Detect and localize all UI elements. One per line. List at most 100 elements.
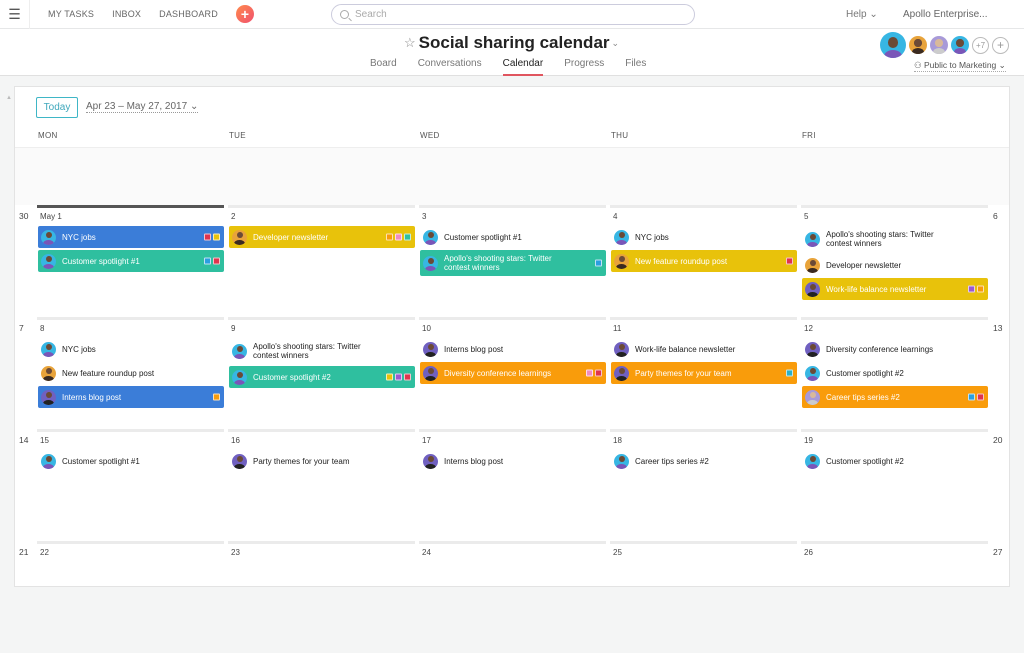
- tag-group: [966, 285, 984, 293]
- calendar-task[interactable]: Party themes for your team: [229, 450, 415, 472]
- tag-swatch: [213, 233, 220, 241]
- day-divider: [610, 429, 797, 432]
- calendar-task[interactable]: Developer newsletter: [229, 226, 415, 248]
- date-range-picker[interactable]: Apr 23 – May 27, 2017 ⌄: [86, 101, 199, 113]
- calendar-week: 21 27 22 23 24 25 26: [15, 541, 1009, 653]
- task-title: Party themes for your team: [635, 368, 732, 378]
- tag-swatch: [404, 373, 411, 381]
- day-number: 15: [40, 436, 49, 445]
- search-input[interactable]: Search: [331, 4, 695, 25]
- organization-switcher[interactable]: Apollo Enterprise...: [903, 9, 988, 20]
- calendar-task[interactable]: New feature roundup post: [38, 362, 224, 384]
- task-title: Customer spotlight #2: [826, 368, 904, 378]
- calendar-task[interactable]: Customer spotlight #2: [802, 362, 988, 384]
- assignee-avatar: [41, 229, 56, 245]
- add-member-button[interactable]: +: [992, 36, 1009, 54]
- calendar-task[interactable]: Customer spotlight #2: [802, 450, 988, 472]
- member-avatar[interactable]: [930, 36, 948, 54]
- calendar-task[interactable]: Apollo's shooting stars: Twitter contest…: [420, 250, 606, 276]
- calendar-day[interactable]: 8 NYC jobs New feature roundup post Interns…: [37, 317, 224, 408]
- calendar-task[interactable]: Developer newsletter: [802, 254, 988, 276]
- calendar-day[interactable]: 19 Customer spotlight #2: [801, 429, 988, 472]
- project-members: +7 +: [880, 32, 1012, 58]
- task-title: Apollo's shooting stars: Twitter contest…: [444, 254, 552, 272]
- tag-swatch: [386, 233, 393, 241]
- nav-inbox[interactable]: INBOX: [112, 9, 141, 19]
- calendar-day[interactable]: 16 Party themes for your team: [228, 429, 415, 472]
- calendar-task[interactable]: Work-life balance newsletter: [802, 278, 988, 300]
- calendar-day[interactable]: 23: [228, 541, 415, 560]
- calendar-task[interactable]: Career tips series #2: [802, 386, 988, 408]
- day-divider: [419, 541, 606, 544]
- calendar-task[interactable]: Customer spotlight #1: [420, 226, 606, 248]
- calendar-task[interactable]: Interns blog post: [38, 386, 224, 408]
- member-avatar[interactable]: [909, 36, 927, 54]
- tag-swatch: [968, 285, 975, 293]
- calendar-day[interactable]: 3 Customer spotlight #1 Apollo's shooting …: [419, 205, 606, 276]
- calendar-day[interactable]: 2 Developer newsletter: [228, 205, 415, 248]
- tab-calendar[interactable]: Calendar: [502, 58, 544, 76]
- calendar-day[interactable]: 24: [419, 541, 606, 560]
- calendar-day[interactable]: 4 NYC jobs New feature roundup post: [610, 205, 797, 272]
- tab-board[interactable]: Board: [370, 58, 397, 76]
- today-button[interactable]: Today: [36, 97, 78, 118]
- calendar-day[interactable]: May 1 NYC jobs Customer spotlight #1: [37, 205, 224, 272]
- calendar-day[interactable]: 26: [801, 541, 988, 560]
- hamburger-icon[interactable]: ☰: [0, 0, 30, 29]
- member-avatar[interactable]: [951, 36, 969, 54]
- calendar-task[interactable]: Diversity conference learnings: [802, 338, 988, 360]
- task-title: Work-life balance newsletter: [826, 284, 927, 294]
- visibility-menu[interactable]: ⚇ Public to Marketing ⌄: [914, 60, 1006, 72]
- calendar-task[interactable]: NYC jobs: [38, 226, 224, 248]
- day-number: 2: [231, 212, 236, 221]
- project-header: ☆ Social sharing calendar ⌄ Board Conver…: [0, 29, 1024, 101]
- calendar-task[interactable]: Party themes for your team: [611, 362, 797, 384]
- calendar-day[interactable]: 10 Interns blog post Diversity conference …: [419, 317, 606, 384]
- calendar-day[interactable]: 18 Career tips series #2: [610, 429, 797, 472]
- calendar-task[interactable]: Apollo's shooting stars: Twitter contest…: [229, 338, 415, 364]
- assignee-avatar: [41, 341, 56, 357]
- day-divider: [610, 541, 797, 544]
- calendar-day[interactable]: 11 Work-life balance newsletter Party them…: [610, 317, 797, 384]
- calendar-task[interactable]: Customer spotlight #1: [38, 250, 224, 272]
- day-divider: [419, 429, 606, 432]
- tab-progress[interactable]: Progress: [564, 58, 604, 76]
- calendar-day[interactable]: 22: [37, 541, 224, 560]
- collapse-icon[interactable]: ▲: [6, 95, 12, 101]
- calendar-task[interactable]: New feature roundup post: [611, 250, 797, 272]
- calendar-task[interactable]: NYC jobs: [611, 226, 797, 248]
- calendar-day[interactable]: 17 Interns blog post: [419, 429, 606, 472]
- tab-conversations[interactable]: Conversations: [418, 58, 482, 76]
- calendar-day[interactable]: 15 Customer spotlight #1: [37, 429, 224, 472]
- calendar-task[interactable]: Customer spotlight #1: [38, 450, 224, 472]
- tag-swatch: [204, 233, 211, 241]
- task-title: NYC jobs: [62, 344, 96, 354]
- day-number: 4: [613, 212, 618, 221]
- calendar-day[interactable]: 5 Apollo's shooting stars: Twitter contes…: [801, 205, 988, 300]
- member-avatar[interactable]: [880, 32, 906, 58]
- help-menu[interactable]: Help ⌄: [846, 9, 878, 20]
- calendar-task[interactable]: Interns blog post: [420, 450, 606, 472]
- assignee-avatar: [805, 231, 820, 247]
- chevron-down-icon[interactable]: ⌄: [612, 38, 620, 49]
- calendar-task[interactable]: Career tips series #2: [611, 450, 797, 472]
- more-members-button[interactable]: +7: [972, 36, 989, 54]
- assignee-avatar: [232, 229, 247, 245]
- calendar-day[interactable]: 12 Diversity conference learnings Customer…: [801, 317, 988, 408]
- calendar-day[interactable]: 25: [610, 541, 797, 560]
- tab-files[interactable]: Files: [625, 58, 646, 76]
- star-icon[interactable]: ☆: [404, 35, 416, 51]
- nav-dashboard[interactable]: DASHBOARD: [159, 9, 218, 19]
- calendar-task[interactable]: Work-life balance newsletter: [611, 338, 797, 360]
- calendar-task[interactable]: Apollo's shooting stars: Twitter contest…: [802, 226, 988, 252]
- calendar-task[interactable]: NYC jobs: [38, 338, 224, 360]
- calendar-task[interactable]: Interns blog post: [420, 338, 606, 360]
- calendar-task[interactable]: Diversity conference learnings: [420, 362, 606, 384]
- task-title: Developer newsletter: [826, 260, 902, 270]
- calendar-day[interactable]: 9 Apollo's shooting stars: Twitter contes…: [228, 317, 415, 388]
- quick-add-button[interactable]: +: [235, 5, 254, 23]
- calendar-task[interactable]: Customer spotlight #2: [229, 366, 415, 388]
- tag-swatch: [204, 257, 211, 265]
- day-number: 10: [422, 324, 431, 333]
- nav-my-tasks[interactable]: MY TASKS: [48, 9, 94, 19]
